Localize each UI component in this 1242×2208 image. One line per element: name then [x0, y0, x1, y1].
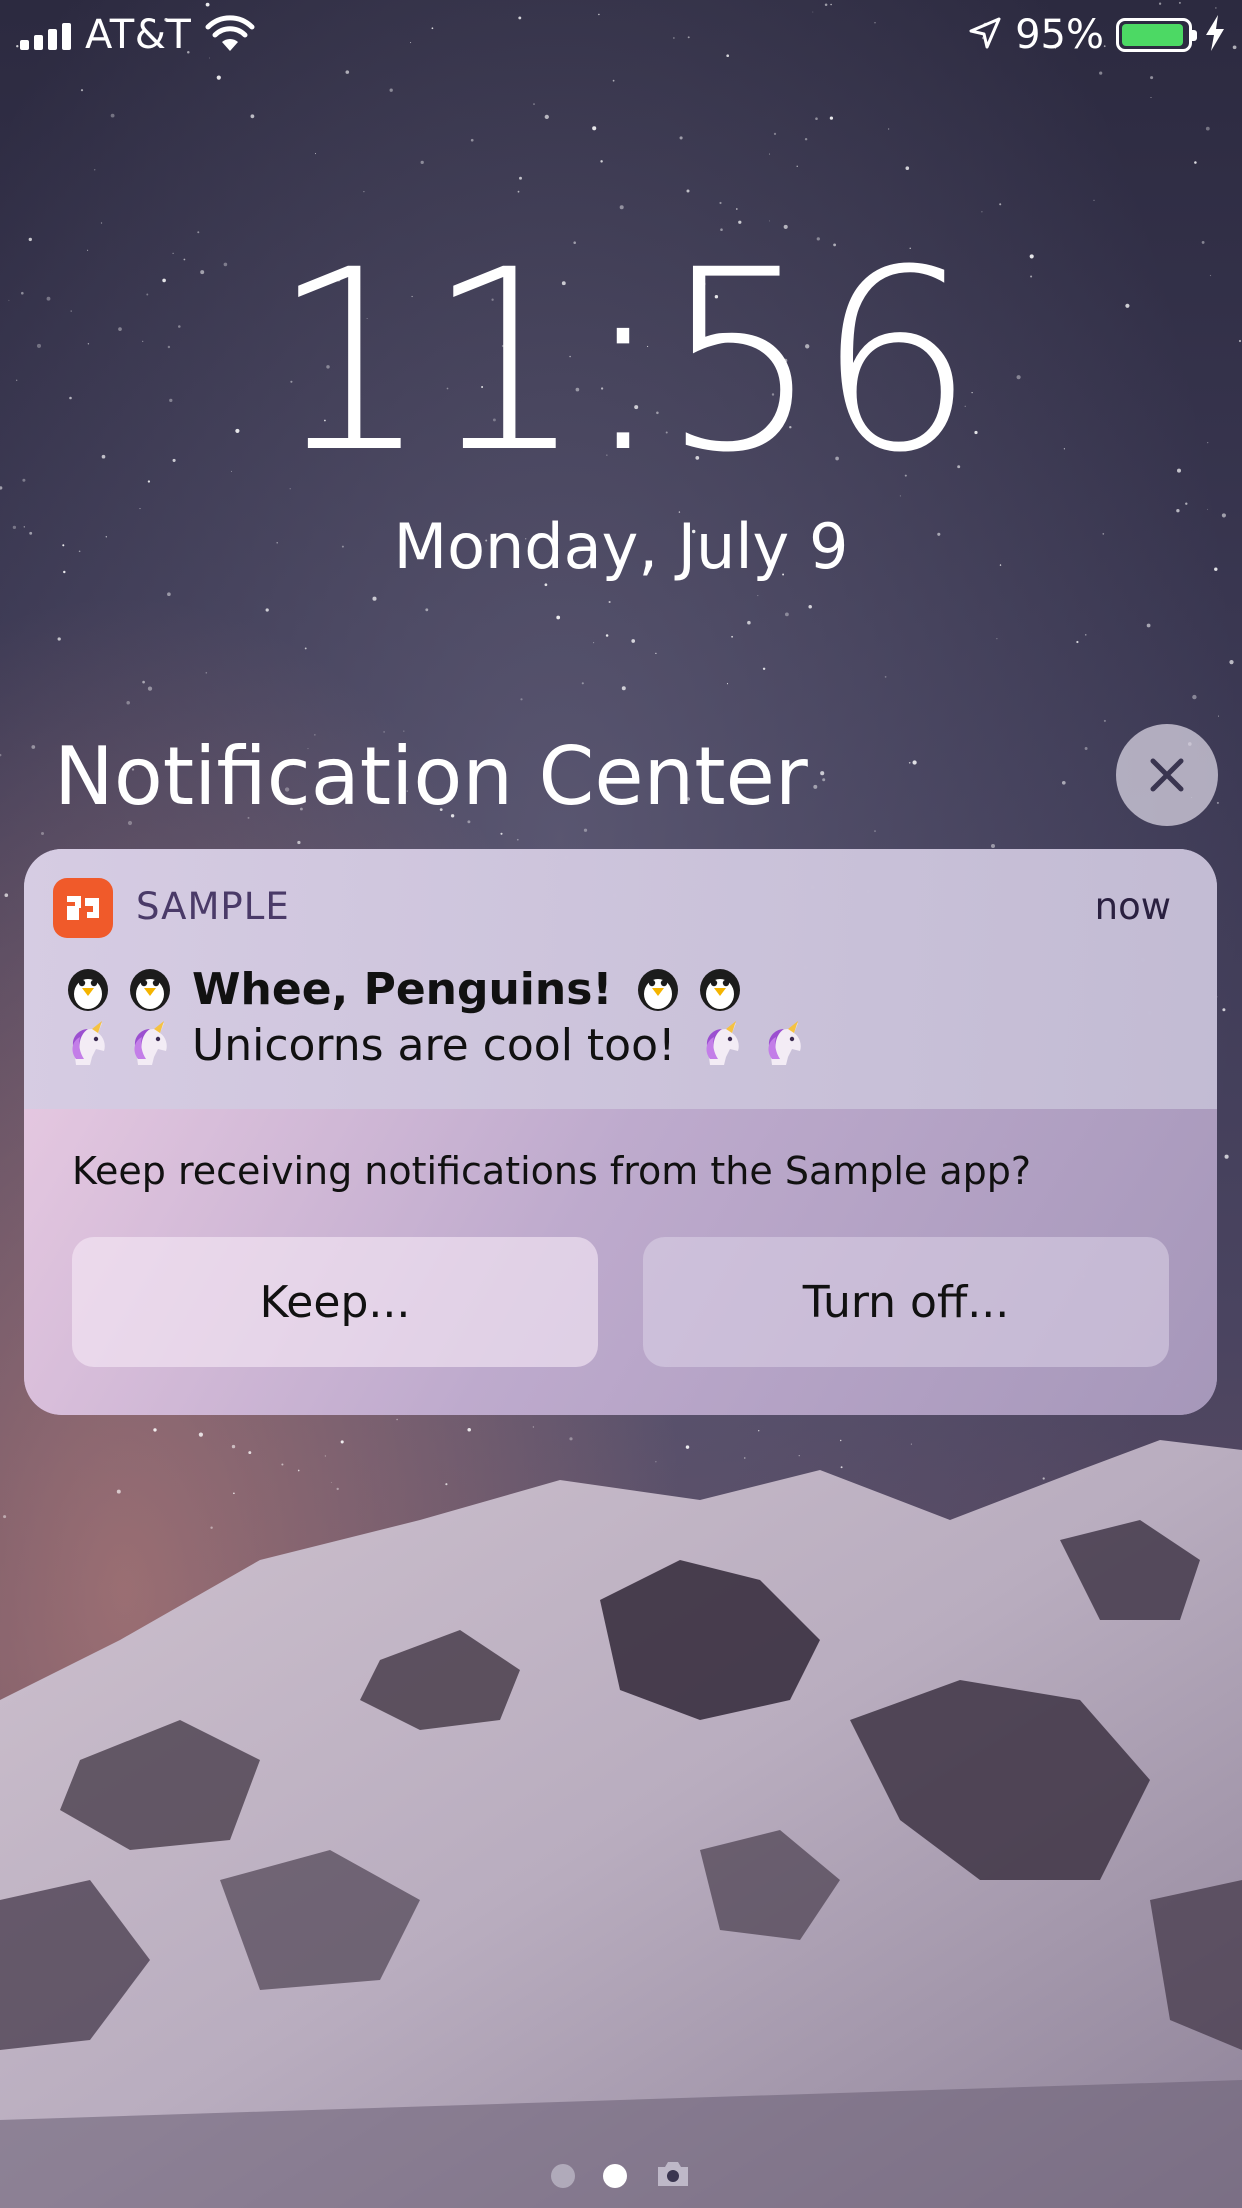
penguin-icon: [632, 963, 684, 1015]
lock-screen-time: 11:56: [270, 216, 975, 507]
page-dot[interactable]: [551, 2164, 575, 2188]
battery-percent: 95%: [1015, 12, 1104, 58]
notification-card[interactable]: SAMPLE now Whee, Penguins! Unicorns are …: [24, 849, 1217, 1415]
unicorn-icon: [758, 1019, 810, 1071]
notification-body: Unicorns are cool too!: [192, 1019, 676, 1071]
status-bar: AT&T 95%: [0, 0, 1242, 70]
notification-prompt: Keep receiving notifications from the Sa…: [72, 1149, 1032, 1193]
wifi-icon: [205, 13, 255, 57]
penguin-icon: [124, 963, 176, 1015]
close-icon: [1150, 758, 1184, 792]
carrier-label: AT&T: [85, 12, 192, 58]
turn-off-button[interactable]: Turn off...: [643, 1237, 1169, 1367]
camera-icon[interactable]: [655, 2160, 691, 2192]
notification-title-row: Whee, Penguins!: [62, 963, 756, 1015]
app-name: SAMPLE: [136, 885, 290, 928]
notification-timestamp: now: [1094, 885, 1171, 928]
keep-button[interactable]: Keep...: [72, 1237, 598, 1367]
penguin-icon: [62, 963, 114, 1015]
battery-icon: [1116, 18, 1197, 52]
notification-content[interactable]: SAMPLE now Whee, Penguins! Unicorns are …: [24, 849, 1217, 1109]
charging-icon: [1204, 13, 1226, 57]
penguin-icon: [694, 963, 746, 1015]
notification-body-row: Unicorns are cool too!: [62, 1019, 820, 1071]
unicorn-icon: [124, 1019, 176, 1071]
signal-icon: [20, 20, 71, 50]
page-indicator[interactable]: [0, 2160, 1242, 2192]
close-button[interactable]: [1116, 724, 1218, 826]
notification-center-title: Notification Center: [54, 730, 808, 823]
location-icon: [967, 15, 1003, 55]
lock-screen-date: Monday, July 9: [393, 510, 849, 583]
notification-title: Whee, Penguins!: [192, 963, 613, 1015]
unicorn-icon: [62, 1019, 114, 1071]
unicorn-icon: [696, 1019, 748, 1071]
app-icon: [53, 878, 113, 938]
page-dot-active[interactable]: [603, 2164, 627, 2188]
